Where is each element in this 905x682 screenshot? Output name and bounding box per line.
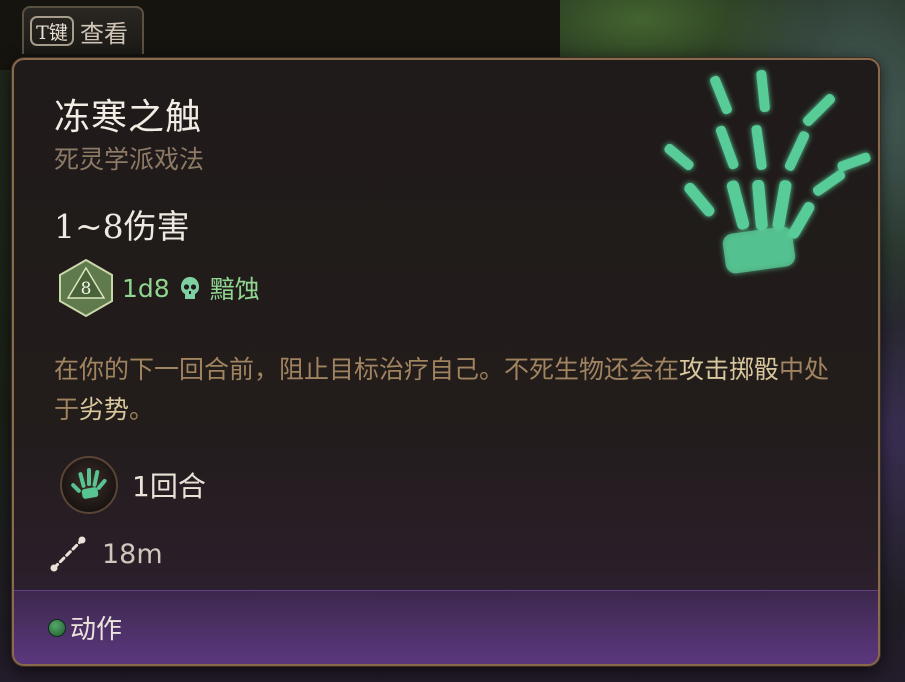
desc-text-1: 在你的下一回合前，阻止目标治疗自己。不死生物还会在	[54, 355, 680, 384]
chill-touch-hand-icon	[664, 69, 871, 274]
skull-icon	[180, 277, 199, 299]
spell-school: 死灵学派戏法	[54, 145, 205, 174]
keyword-attack-roll[interactable]: 攻击掷骰	[679, 355, 779, 384]
duration-row: 1回合	[60, 456, 206, 514]
damage-type: 黯蚀	[209, 275, 260, 304]
action-cost-label: 动作	[70, 615, 123, 645]
range-icon	[50, 536, 86, 572]
damage-dice-row: 8 1d8 黯蚀	[58, 258, 260, 318]
examine-hint[interactable]: T键 查看	[22, 6, 144, 54]
duration-text: 1回合	[132, 470, 206, 503]
dice-face-label: 8	[81, 279, 92, 299]
range-text: 18m	[102, 538, 163, 570]
dice-roll: 1d8	[122, 273, 170, 303]
spell-name: 冻寒之触	[54, 97, 203, 138]
action-resource-icon	[48, 618, 66, 637]
keyword-disadvantage[interactable]: 劣势	[79, 395, 129, 424]
keybind-t: T键	[30, 16, 74, 46]
spell-tooltip: 冻寒之触 死灵学派戏法 1~8伤害 8 1d8 黯蚀 在你的下一回合前，阻止目标…	[12, 58, 880, 666]
damage-range: 1~8伤害	[54, 207, 190, 246]
action-cost-footer: 动作	[14, 590, 878, 664]
range-row: 18m	[48, 534, 163, 574]
d8-dice-icon: 8	[58, 258, 114, 318]
examine-label: 查看	[80, 19, 128, 48]
spell-description: 在你的下一回合前，阻止目标治疗自己。不死生物还会在攻击掷骰中处于劣势。	[54, 350, 844, 430]
spell-duration-icon	[60, 456, 118, 514]
desc-text-3: 。	[129, 395, 155, 424]
